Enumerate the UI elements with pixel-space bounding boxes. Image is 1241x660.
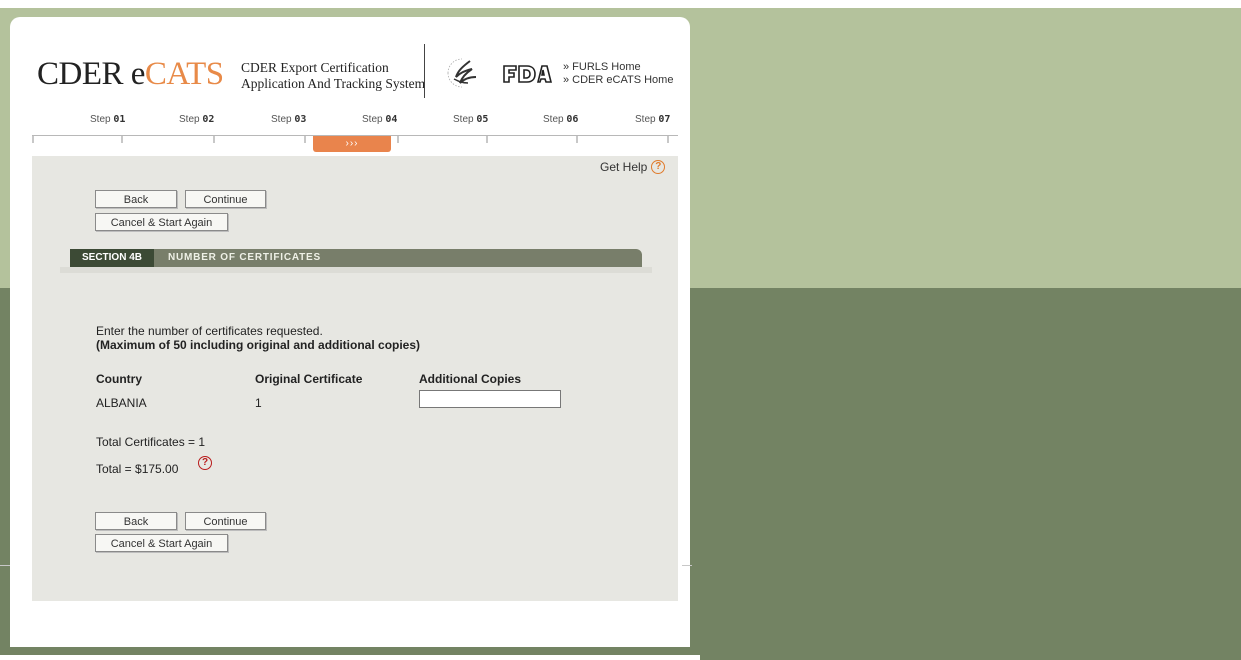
- ecats-home-link[interactable]: » CDER eCATS Home: [563, 74, 673, 87]
- step-02-prefix: Step: [179, 114, 203, 125]
- app-title: CDER Export Certification Application An…: [241, 60, 425, 92]
- step-04: Step 04: [362, 114, 397, 125]
- country-value: ALBANIA: [96, 396, 147, 410]
- column-header-original: Original Certificate: [255, 372, 363, 386]
- step-tick: [304, 136, 306, 143]
- logo-text-main: CDER e: [37, 56, 145, 92]
- step-04-prefix: Step: [362, 114, 386, 125]
- fee-help-icon[interactable]: ?: [198, 456, 212, 470]
- step-06-num: 06: [566, 114, 579, 125]
- column-header-country: Country: [96, 372, 142, 386]
- step-05-prefix: Step: [453, 114, 477, 125]
- step-01-prefix: Step: [90, 114, 114, 125]
- logo-text-accent: CATS: [144, 56, 224, 92]
- total-amount: Total = $175.00: [96, 462, 179, 476]
- total-certificates: Total Certificates = 1: [96, 435, 206, 449]
- step-04-num: 04: [385, 114, 398, 125]
- get-help-link[interactable]: Get Help ?: [600, 160, 666, 174]
- header-links: » FURLS Home » CDER eCATS Home: [563, 61, 673, 87]
- step-indicator: Step 01 Step 02 Step 03 Step 04 Step 05 …: [32, 114, 678, 128]
- column-header-additional: Additional Copies: [419, 372, 521, 386]
- fda-logo-icon: [503, 65, 552, 83]
- help-icon: ?: [651, 160, 666, 174]
- step-01: Step 01: [90, 114, 125, 125]
- back-button-top[interactable]: Back: [95, 190, 177, 208]
- instruction-text: Enter the number of certificates request…: [96, 324, 323, 338]
- app-title-line2: Application And Tracking System: [241, 76, 426, 91]
- step-tick: [667, 136, 669, 143]
- step-06: Step 06: [543, 114, 578, 125]
- step-01-num: 01: [113, 114, 126, 125]
- section-title: NUMBER OF CERTIFICATES: [168, 252, 321, 263]
- section-shadow: [60, 267, 652, 273]
- page-top-strip: [0, 0, 1241, 8]
- step-07-num: 07: [658, 114, 671, 125]
- step-tick: [486, 136, 488, 143]
- page-bottom-strip: [0, 655, 700, 660]
- side-tick-left: [0, 565, 10, 566]
- step-tick: [397, 136, 399, 143]
- step-03: Step 03: [271, 114, 306, 125]
- step-03-prefix: Step: [271, 114, 295, 125]
- continue-button-top[interactable]: Continue: [185, 190, 266, 208]
- step-06-prefix: Step: [543, 114, 567, 125]
- main-panel: CDER eCATS CDER Export Certification App…: [10, 17, 690, 647]
- original-certificate-value: 1: [255, 396, 262, 410]
- step-tick: [32, 136, 34, 143]
- step-tick: [576, 136, 578, 143]
- furls-home-link[interactable]: » FURLS Home: [563, 61, 673, 74]
- header-divider: [424, 44, 425, 98]
- step-02: Step 02: [179, 114, 214, 125]
- cancel-button-bottom[interactable]: Cancel & Start Again: [95, 534, 228, 552]
- get-help-label: Get Help: [600, 160, 648, 174]
- section-number-label: SECTION 4B: [70, 249, 154, 267]
- step-03-num: 03: [294, 114, 307, 125]
- step-05-num: 05: [476, 114, 489, 125]
- ecats-logo: CDER eCATS: [37, 56, 224, 93]
- instruction-note: (Maximum of 50 including original and ad…: [96, 338, 421, 352]
- current-step-marker: ›››: [313, 136, 391, 152]
- section-header: [70, 249, 642, 267]
- app-title-line1: CDER Export Certification: [241, 60, 389, 75]
- step-07: Step 07: [635, 114, 670, 125]
- back-button-bottom[interactable]: Back: [95, 512, 177, 530]
- hhs-eagle-icon: [447, 58, 477, 88]
- cancel-button-top[interactable]: Cancel & Start Again: [95, 213, 228, 231]
- step-05: Step 05: [453, 114, 488, 125]
- step-tick: [213, 136, 215, 143]
- step-02-num: 02: [202, 114, 215, 125]
- step-07-prefix: Step: [635, 114, 659, 125]
- step-tick: [121, 136, 123, 143]
- additional-copies-input[interactable]: [419, 390, 561, 408]
- side-tick-right: [682, 565, 692, 566]
- continue-button-bottom[interactable]: Continue: [185, 512, 266, 530]
